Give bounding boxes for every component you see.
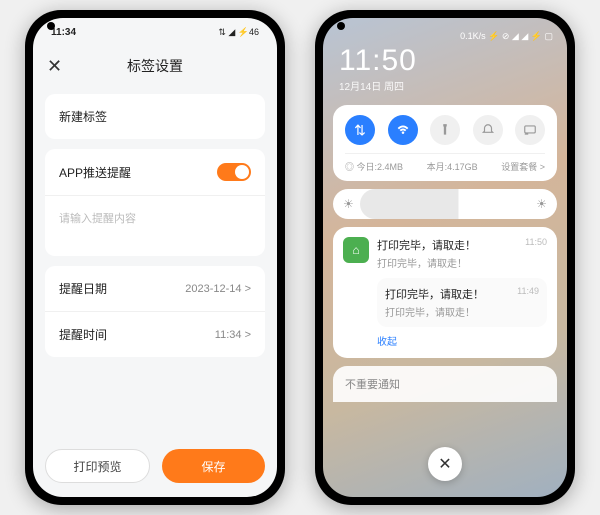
data-today: ◎ 今日:2.4MB: [345, 160, 403, 173]
close-shade-button[interactable]: ✕: [428, 447, 462, 481]
page-header: ✕ 标签设置: [33, 46, 277, 86]
push-toggle[interactable]: [217, 163, 251, 181]
clock-time: 11:50: [339, 44, 551, 78]
data-settings-link[interactable]: 设置套餐 >: [501, 160, 545, 173]
settings-content: 新建标签 APP推送提醒 请输入提醒内容 提醒日期 2023-12-14 > 提…: [33, 86, 277, 365]
app-icon: ⌂: [343, 237, 369, 263]
mobile-data-icon[interactable]: ⇅: [345, 115, 375, 145]
status-bar: 11:34 ⇅ ◢ ⚡46: [33, 18, 277, 46]
clock-date: 12月14日 周四: [339, 78, 551, 93]
clock-area: 11:50 12月14日 周四: [323, 44, 567, 97]
camera-notch: [47, 22, 55, 30]
phone-left: 11:34 ⇅ ◢ ⚡46 ✕ 标签设置 新建标签 APP推送提醒 请输入提醒内…: [25, 10, 285, 505]
time-value: 11:34 >: [215, 329, 251, 341]
quick-settings-panel: ⇅ ◎ 今日:2.4MB 本月:4.17GB 设置套餐 >: [333, 105, 557, 181]
reminder-time-row[interactable]: 提醒时间 11:34 >: [45, 312, 265, 357]
notif-time: 11:50: [525, 237, 547, 253]
brightness-slider[interactable]: ☀ ☀: [333, 189, 557, 219]
status-time: 11:34: [51, 27, 76, 38]
nested-sub: 打印完毕，请取走！: [385, 304, 484, 319]
new-tag-label: 新建标签: [59, 108, 107, 125]
wifi-icon[interactable]: [388, 115, 418, 145]
status-bar: 0.1K/s ⚡ ⊘ ◢ ◢ ⚡ ▢: [323, 18, 567, 44]
nested-time: 11:49: [517, 286, 539, 319]
brightness-high-icon: ☀: [536, 197, 547, 211]
settings-screen: 11:34 ⇅ ◢ ⚡46 ✕ 标签设置 新建标签 APP推送提醒 请输入提醒内…: [33, 18, 277, 497]
phone-right: 0.1K/s ⚡ ⊘ ◢ ◢ ⚡ ▢ 11:50 12月14日 周四 ⇅: [315, 10, 575, 505]
date-time-card: 提醒日期 2023-12-14 > 提醒时间 11:34 >: [45, 266, 265, 357]
data-month: 本月:4.17GB: [427, 160, 478, 173]
notification-card[interactable]: ⌂ 打印完毕，请取走！ 11:50 打印完毕，请取走！ 打印完毕，请取走！ 打印…: [333, 227, 557, 358]
data-usage-row[interactable]: ◎ 今日:2.4MB 本月:4.17GB 设置套餐 >: [345, 153, 545, 173]
notif-subtitle: 打印完毕，请取走！: [377, 255, 547, 270]
status-icons: ⇅ ◢ ⚡46: [218, 27, 259, 38]
cast-icon[interactable]: [515, 115, 545, 145]
low-label: 不重要通知: [345, 379, 400, 391]
unimportant-notifications[interactable]: 不重要通知: [333, 366, 557, 402]
status-icons: 0.1K/s ⚡ ⊘ ◢ ◢ ⚡ ▢: [460, 31, 553, 42]
collapse-link[interactable]: 收起: [377, 333, 547, 348]
close-icon[interactable]: ✕: [47, 56, 62, 77]
save-button[interactable]: 保存: [162, 449, 265, 483]
notification-shade: 0.1K/s ⚡ ⊘ ◢ ◢ ⚡ ▢ 11:50 12月14日 周四 ⇅: [323, 18, 567, 497]
reminder-date-row[interactable]: 提醒日期 2023-12-14 >: [45, 266, 265, 312]
dnd-icon[interactable]: [473, 115, 503, 145]
nested-notification[interactable]: 打印完毕，请取走！ 打印完毕，请取走！ 11:49: [377, 278, 547, 327]
new-tag-card[interactable]: 新建标签: [45, 94, 265, 139]
footer-buttons: 打印预览 保存: [45, 449, 265, 483]
camera-notch: [337, 22, 345, 30]
brightness-track[interactable]: [360, 189, 530, 219]
brightness-low-icon: ☀: [343, 197, 354, 211]
flashlight-icon[interactable]: [430, 115, 460, 145]
nested-title: 打印完毕，请取走！: [385, 286, 484, 302]
notif-title: 打印完毕，请取走！: [377, 237, 476, 253]
push-label: APP推送提醒: [59, 164, 131, 181]
qs-toggles: ⇅: [345, 115, 545, 153]
preview-button[interactable]: 打印预览: [45, 449, 150, 483]
push-card: APP推送提醒 请输入提醒内容: [45, 149, 265, 256]
reminder-content-input[interactable]: 请输入提醒内容: [45, 196, 265, 256]
date-label: 提醒日期: [59, 280, 107, 297]
time-label: 提醒时间: [59, 326, 107, 343]
page-title: 标签设置: [127, 56, 183, 76]
date-value: 2023-12-14 >: [185, 283, 251, 295]
